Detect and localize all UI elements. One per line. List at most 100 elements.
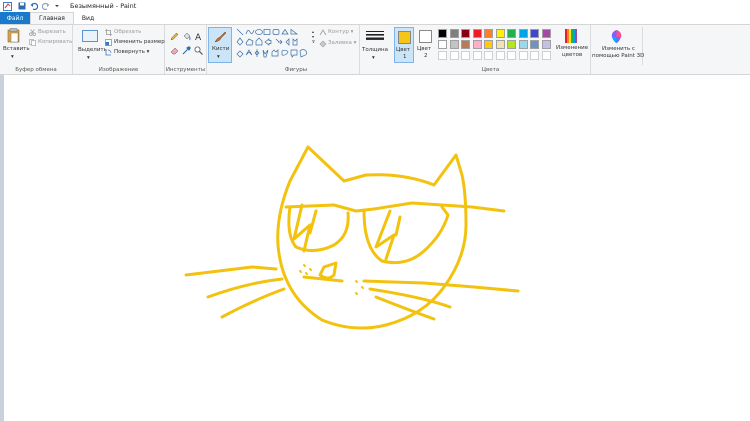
cut-icon [29,29,36,36]
copy-icon [29,39,36,46]
edit-colors-label-2: цветов [562,52,583,58]
palette-swatch[interactable] [507,51,516,60]
palette-swatch[interactable] [461,51,470,60]
palette-swatch[interactable] [518,51,528,60]
paste-label: Вставить [3,46,30,52]
palette-swatch[interactable] [472,51,482,60]
svg-text:A: A [195,33,202,41]
palette-swatch[interactable] [472,40,482,49]
ribbon: Вставить ▾ Вырезать Копировать Буфер обм… [0,24,750,75]
paste-dropdown-icon[interactable]: ▾ [11,54,14,60]
undo-icon[interactable] [30,2,39,11]
cat-whisker-left-1 [184,265,278,277]
palette-swatch[interactable] [449,40,459,49]
tab-view[interactable]: Вид [74,12,102,24]
text-tool-icon[interactable]: A [194,32,203,41]
customize-qat-icon[interactable] [54,2,60,10]
palette-swatch[interactable] [438,29,447,38]
palette-swatch[interactable] [495,29,505,38]
image-group: Выделить ▾ Обрезать Изменить размер Пове… [73,25,165,74]
palette-swatch[interactable] [541,40,551,49]
color2-button[interactable]: Цвет 2 [416,27,436,63]
redo-icon[interactable] [41,2,50,11]
select-icon [82,30,98,42]
paste-icon [7,28,20,43]
edit-with-paint3d-button[interactable]: Изменить с помощью Paint 3D [591,27,645,65]
outline-button[interactable]: Контур ▾ [328,29,353,35]
cat-drawing [184,145,520,330]
cut-button[interactable]: Вырезать [38,29,66,35]
palette-swatch[interactable] [507,29,516,38]
drawing-canvas[interactable] [4,75,750,421]
palette-swatch[interactable] [530,40,539,49]
tools-group: A Инструменты [165,25,207,74]
brushes-label: Кисти [212,46,230,52]
brushes-dropdown-icon[interactable]: ▾ [217,54,220,60]
resize-button[interactable]: Изменить размер [114,39,165,45]
save-icon[interactable] [18,2,26,10]
tab-home[interactable]: Главная [30,12,74,24]
palette-swatch[interactable] [518,29,528,38]
colors-group: Цвет 1 Цвет 2 Изменение цветов Цвета [391,25,591,74]
palette-swatch[interactable] [472,29,482,38]
rotate-icon [105,49,112,56]
palette-swatch[interactable] [507,40,516,49]
paste-button[interactable]: Вставить ▾ [2,27,30,61]
line-thickness-icon [366,31,384,40]
color-picker-icon[interactable] [182,46,191,55]
palette-swatch[interactable] [495,51,505,60]
copy-button[interactable]: Копировать [38,39,72,45]
canvas-area [0,75,750,421]
resize-icon [105,39,112,46]
palette-swatch[interactable] [449,51,459,60]
crop-icon [105,29,112,36]
palette-swatch[interactable] [461,40,470,49]
palette-swatch[interactable] [541,51,551,60]
edit-colors-button[interactable]: Изменение цветов [554,27,588,63]
tools-group-title: Инструменты [165,67,206,73]
palette-swatch[interactable] [449,29,459,38]
palette-swatch[interactable] [461,29,470,38]
palette-swatch[interactable] [530,29,539,38]
ribbon-tabs: Файл Главная Вид [0,12,750,24]
pencil-icon[interactable] [170,32,179,41]
palette-swatch[interactable] [541,29,551,38]
cat-nose [318,261,338,280]
cat-mouth [302,275,344,283]
palette-swatch[interactable] [484,29,493,38]
fill-button[interactable]: Заливка ▾ [328,40,356,46]
crop-button[interactable]: Обрезать [114,29,141,35]
palette-swatch[interactable] [518,40,528,49]
palette-swatch[interactable] [484,40,493,49]
paint-app-icon[interactable] [2,1,12,11]
colors-group-title: Цвета [481,67,500,73]
shapes-group: ▴ ▾ ⊽ Контур ▾ Заливка ▾ Фигуры [233,25,360,74]
tab-file[interactable]: Файл [0,12,30,24]
color1-label: Цвет [396,47,411,53]
color-palette [438,29,558,63]
palette-swatch[interactable] [438,51,447,60]
cat-whisker-left-3 [220,287,286,319]
palette-swatch[interactable] [484,51,493,60]
palette-swatch[interactable] [495,40,505,49]
quick-access-toolbar [16,2,62,11]
palette-swatch[interactable] [438,40,447,49]
rotate-button[interactable]: Повернуть ▾ [114,49,149,55]
palette-swatch[interactable] [530,51,539,60]
brushes-button[interactable]: Кисти ▾ [208,27,232,63]
select-dropdown-icon[interactable]: ▾ [87,55,90,61]
fill-bucket-icon[interactable] [182,32,191,41]
paint3d-label-2: помощью Paint 3D [592,53,645,59]
color1-button[interactable]: Цвет 1 [394,27,414,63]
shapes-gallery[interactable] [236,28,310,60]
size-button[interactable]: Толщина ▾ [361,27,389,63]
magnifier-icon[interactable] [194,46,203,55]
shapes-scroll-icon[interactable]: ▴ ▾ ⊽ [312,29,315,44]
shapes-group-title: Фигуры [284,67,308,73]
eraser-icon[interactable] [170,46,179,55]
size-dropdown-icon[interactable]: ▾ [372,55,375,61]
select-button[interactable]: Выделить ▾ [76,27,107,61]
fill-icon [319,40,327,47]
outline-label: Контур [328,29,349,35]
color2-number: 2 [424,53,428,59]
